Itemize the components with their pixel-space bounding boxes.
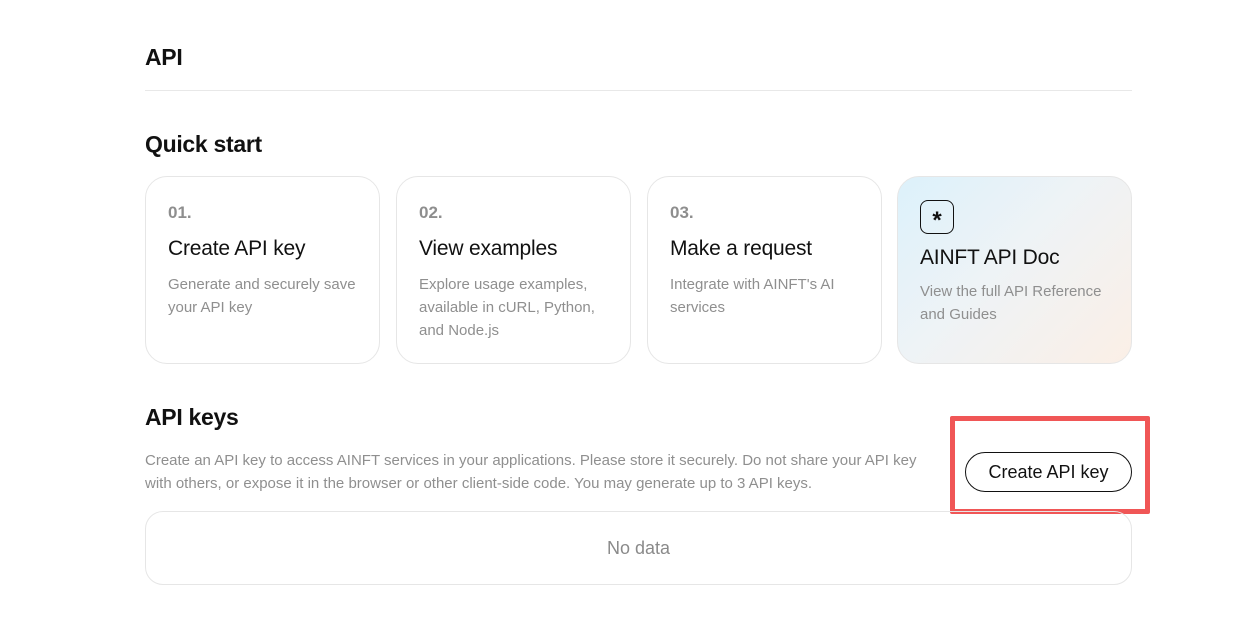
api-doc-card[interactable]: * AINFT API Doc View the full API Refere… [897, 176, 1132, 364]
card-title: AINFT API Doc [920, 246, 1060, 269]
card-number: 02. [419, 203, 443, 222]
page-title: API [145, 44, 183, 70]
card-title: Create API key [168, 237, 306, 260]
api-keys-title: API keys [145, 404, 239, 430]
card-description: Generate and securely save your API key [168, 276, 356, 316]
title-divider [145, 90, 1132, 91]
quick-start-card-create-key[interactable]: 01. Create API key Generate and securely… [145, 176, 380, 364]
api-keys-description: Create an API key to access AINFT servic… [145, 452, 917, 492]
quick-start-card-make-request[interactable]: 03. Make a request Integrate with AINFT'… [647, 176, 882, 364]
card-description: Integrate with AINFT's AI services [670, 276, 835, 316]
asterisk-icon: * [920, 200, 954, 234]
quick-start-title: Quick start [145, 131, 262, 157]
card-title: View examples [419, 237, 558, 260]
card-number: 03. [670, 203, 694, 222]
empty-state-text: No data [606, 537, 671, 558]
card-number: 01. [168, 203, 192, 222]
create-api-key-button[interactable]: Create API key [965, 452, 1132, 492]
quick-start-card-view-examples[interactable]: 02. View examples Explore usage examples… [396, 176, 631, 364]
card-description: Explore usage examples, available in cUR… [419, 276, 595, 339]
api-page: API Quick start 01. Create API key Gener… [0, 0, 1244, 630]
api-keys-table: No data [145, 511, 1132, 585]
card-title: Make a request [670, 237, 812, 260]
card-description: View the full API Reference and Guides [920, 283, 1102, 323]
